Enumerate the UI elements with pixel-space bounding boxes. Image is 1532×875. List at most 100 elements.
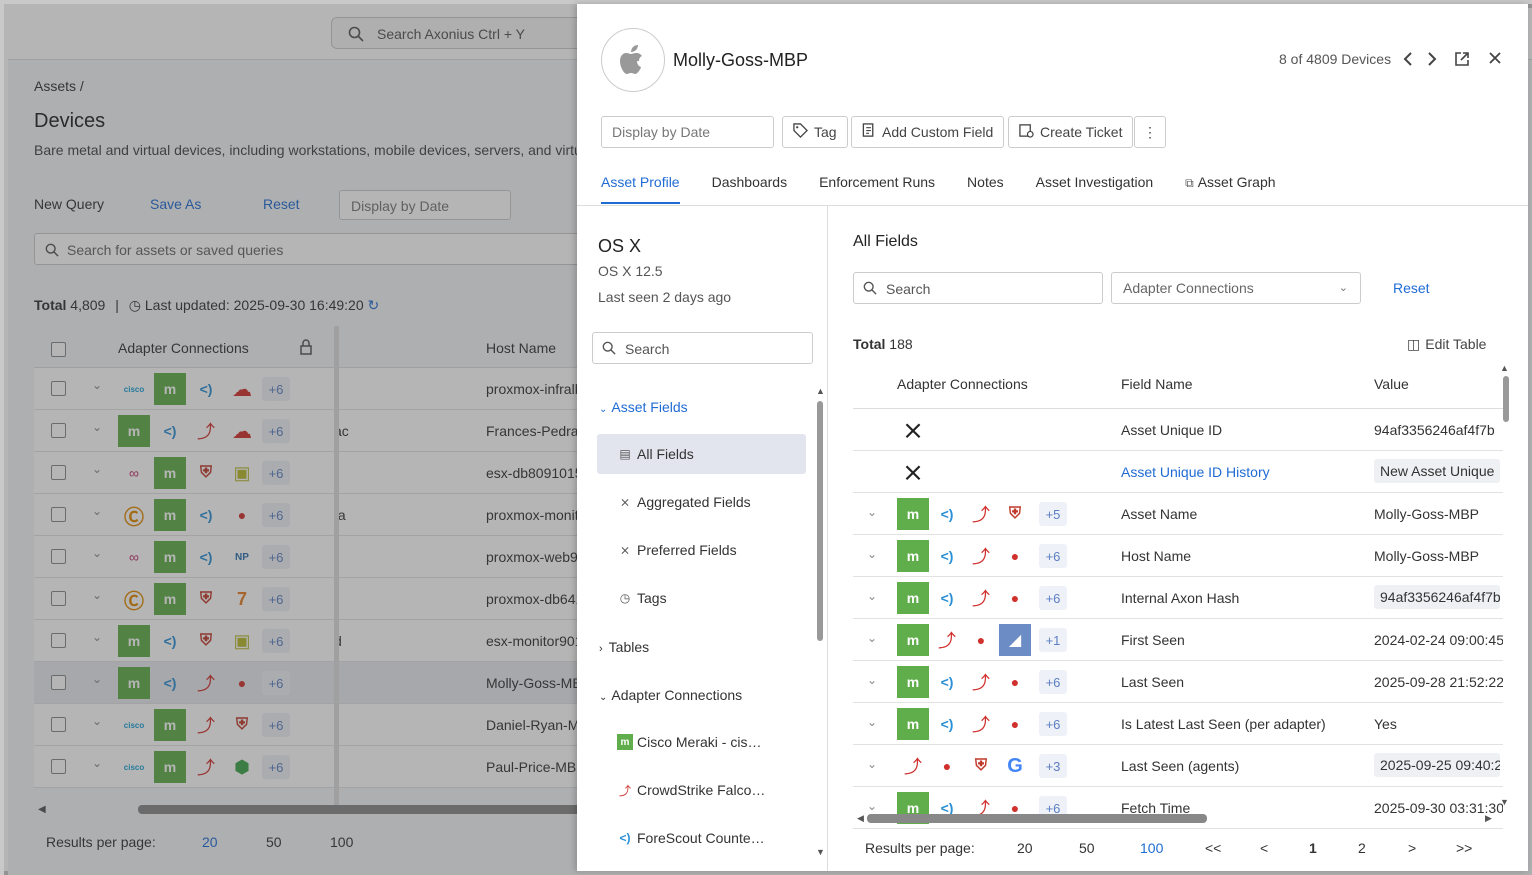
- profile-sidebar: OS X OS X 12.5 Last seen 2 days ago Sear…: [577, 206, 828, 871]
- tree-aggregated-fields[interactable]: ⨯ Aggregated Fields: [597, 482, 806, 522]
- scroll-down-icon[interactable]: ▼: [816, 847, 825, 857]
- page-size-50[interactable]: 50: [1079, 840, 1095, 856]
- edit-table-button[interactable]: ◫ Edit Table: [1407, 336, 1486, 353]
- tree-adapter-forescout[interactable]: <) ForeScout Counte…: [597, 818, 806, 858]
- tree-adapter-crowdstrike[interactable]: ⤴ CrowdStrike Falco…: [597, 770, 806, 810]
- field-row[interactable]: ⌄ m <) ⤴ ● +6 Last Seen 2025-09-28 21:52:22: [853, 661, 1503, 703]
- field-row[interactable]: ⨯ Asset Unique ID 94af3356246af4f7b: [853, 409, 1503, 451]
- meraki-icon: m: [617, 734, 633, 750]
- add-custom-field-button[interactable]: Add Custom Field: [851, 116, 1005, 148]
- adapter-connections-label: Adapter Connections: [611, 687, 743, 703]
- table-horizontal-scrollbar[interactable]: [867, 814, 1207, 823]
- scroll-up-icon[interactable]: ▲: [816, 386, 825, 396]
- more-adapters-badge[interactable]: +6: [1039, 586, 1067, 610]
- field-row[interactable]: ⌄ m <) ⤴ ⛨ +5 Asset Name Molly-Goss-MBP: [853, 493, 1503, 535]
- fields-search-input[interactable]: Search: [853, 272, 1103, 304]
- act-icon: <): [940, 716, 954, 732]
- more-adapters-badge[interactable]: +6: [1039, 544, 1067, 568]
- chevron-down-icon[interactable]: ⌄: [867, 505, 877, 519]
- create-ticket-button[interactable]: Create Ticket: [1008, 116, 1134, 148]
- scroll-down-icon[interactable]: ▼: [1500, 797, 1509, 807]
- more-options-icon[interactable]: ⋮: [1134, 116, 1166, 148]
- tables-label: Tables: [608, 639, 650, 655]
- adapter-cisco-label: Cisco Meraki - cis…: [637, 734, 762, 750]
- tag-button[interactable]: Tag: [782, 116, 848, 148]
- chevron-down-icon[interactable]: ⌄: [867, 715, 877, 729]
- tab-enforcement-runs[interactable]: Enforcement Runs: [819, 174, 935, 204]
- col-adapter-connections[interactable]: Adapter Connections: [897, 376, 1028, 392]
- tree-all-fields[interactable]: ▤ All Fields: [597, 434, 806, 474]
- field-row[interactable]: ⌄ m <) ⤴ ● +6 Internal Axon Hash 94af3356246af4…: [853, 577, 1503, 619]
- more-adapters-badge[interactable]: +6: [1039, 670, 1067, 694]
- more-adapters-badge[interactable]: +5: [1039, 502, 1067, 526]
- meraki-icon: m: [897, 498, 929, 530]
- tab-dashboards[interactable]: Dashboards: [712, 174, 788, 204]
- field-row[interactable]: ⌄ m <) ⤴ ● +6 Host Name Molly-Goss-MBP: [853, 535, 1503, 577]
- chevron-down-icon[interactable]: ⌄: [867, 757, 877, 771]
- field-value: 2025-09-30 03:31:30: [1374, 800, 1503, 816]
- field-row[interactable]: ⨯ Asset Unique ID History New Asset Unique: [853, 451, 1503, 493]
- adapter-icons: m <) ⤴ ● +6: [897, 540, 1067, 572]
- last-page-button[interactable]: >>: [1456, 840, 1472, 856]
- tree-asset-fields[interactable]: ⌄ Asset Fields: [599, 399, 688, 415]
- field-name: Internal Axon Hash: [1121, 590, 1240, 606]
- tab-asset-profile[interactable]: Asset Profile: [601, 174, 680, 204]
- page-1-button[interactable]: 1: [1309, 840, 1317, 856]
- field-value: Molly-Goss-MBP: [1374, 548, 1480, 564]
- adapter-connections-select[interactable]: Adapter Connections ⌄: [1111, 272, 1361, 304]
- display-by-date-field[interactable]: Display by Date: [601, 116, 774, 148]
- field-name[interactable]: Asset Unique ID History: [1121, 464, 1270, 480]
- page-2-button[interactable]: 2: [1358, 840, 1366, 856]
- add-custom-field-label: Add Custom Field: [882, 124, 994, 140]
- tree-adapter-cisco-meraki[interactable]: m Cisco Meraki - cis…: [597, 722, 806, 762]
- field-name: Host Name: [1121, 548, 1192, 564]
- reset-button[interactable]: Reset: [1393, 280, 1430, 296]
- previous-icon[interactable]: [1403, 51, 1413, 72]
- chevron-down-icon[interactable]: ⌄: [867, 631, 877, 645]
- more-adapters-badge[interactable]: +1: [1039, 628, 1067, 652]
- sidebar-scrollbar[interactable]: [817, 401, 823, 641]
- chevron-down-icon[interactable]: ⌄: [867, 589, 877, 603]
- create-ticket-label: Create Ticket: [1040, 124, 1123, 140]
- table-vertical-scrollbar[interactable]: [1503, 376, 1509, 422]
- scroll-right-icon[interactable]: ▶: [1485, 813, 1492, 824]
- tree-tables[interactable]: › Tables: [599, 639, 649, 655]
- tree-preferred-fields[interactable]: ⨯ Preferred Fields: [597, 530, 806, 570]
- chevron-right-icon: ›: [599, 643, 603, 655]
- first-page-button[interactable]: <<: [1205, 840, 1221, 856]
- chevron-down-icon[interactable]: ⌄: [867, 799, 877, 813]
- ds-icon: ●: [976, 632, 986, 648]
- more-adapters-badge[interactable]: +6: [1039, 712, 1067, 736]
- field-row[interactable]: ⌄ m <) ⤴ ● +6 Is Latest Last Seen (per adapter…: [853, 703, 1503, 745]
- tab-notes[interactable]: Notes: [967, 174, 1004, 204]
- tab-asset-graph[interactable]: ⧉ Asset Graph: [1185, 174, 1275, 204]
- scroll-left-icon[interactable]: ◀: [857, 813, 864, 824]
- scroll-up-icon[interactable]: ▲: [1500, 363, 1509, 373]
- aggregated-icon: ⨯: [902, 414, 924, 445]
- close-icon[interactable]: [1488, 51, 1502, 70]
- tree-tags[interactable]: ◷ Tags: [597, 578, 806, 618]
- field-value: Yes: [1374, 716, 1397, 732]
- chevron-down-icon[interactable]: ⌄: [867, 673, 877, 687]
- adapter-icons: ⤴ ● ⛨ G +3: [897, 750, 1067, 782]
- chevron-down-icon[interactable]: ⌄: [867, 547, 877, 561]
- field-row[interactable]: ⌄ ⤴ ● ⛨ G +3 Last Seen (agents) 2025-09-25 09:4…: [853, 745, 1503, 787]
- meraki-icon: m: [897, 666, 929, 698]
- col-value[interactable]: Value: [1374, 376, 1409, 392]
- os-name: OS X: [598, 236, 642, 256]
- tab-asset-investigation[interactable]: Asset Investigation: [1036, 174, 1154, 204]
- tree-adapter-connections[interactable]: ⌄ Adapter Connections: [599, 687, 742, 703]
- open-external-icon[interactable]: [1454, 51, 1470, 72]
- previous-page-button[interactable]: <: [1260, 840, 1268, 856]
- col-field-name[interactable]: Field Name: [1121, 376, 1193, 392]
- field-search-input[interactable]: Search: [592, 332, 813, 364]
- field-name: Asset Unique ID: [1121, 422, 1223, 438]
- fields-total-label: Total: [853, 336, 886, 352]
- more-adapters-badge[interactable]: +3: [1039, 754, 1067, 778]
- ticket-icon: [1019, 123, 1034, 141]
- next-icon[interactable]: [1427, 51, 1437, 72]
- field-row[interactable]: ⌄ m ⤴ ● ◢ +1 First Seen 2024-02-24 09:00:45: [853, 619, 1503, 661]
- page-size-20[interactable]: 20: [1017, 840, 1033, 856]
- next-page-button[interactable]: >: [1408, 840, 1416, 856]
- page-size-100[interactable]: 100: [1140, 840, 1163, 856]
